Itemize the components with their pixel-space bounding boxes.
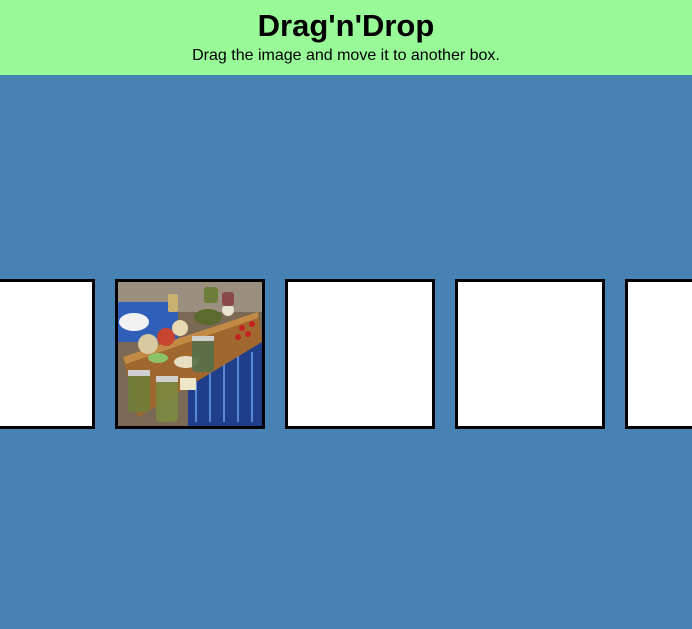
drop-box-3[interactable]	[285, 279, 435, 429]
drop-box-2[interactable]	[115, 279, 265, 429]
drop-box-5[interactable]	[625, 279, 692, 429]
drop-box-4[interactable]	[455, 279, 605, 429]
page-subtitle: Drag the image and move it to another bo…	[192, 47, 500, 64]
page-title: Drag'n'Drop	[257, 8, 435, 43]
page-header: Drag'n'Drop Drag the image and move it t…	[0, 0, 692, 75]
drop-zone-row	[0, 279, 692, 429]
draggable-food-image[interactable]	[118, 282, 262, 426]
drop-box-1[interactable]	[0, 279, 95, 429]
